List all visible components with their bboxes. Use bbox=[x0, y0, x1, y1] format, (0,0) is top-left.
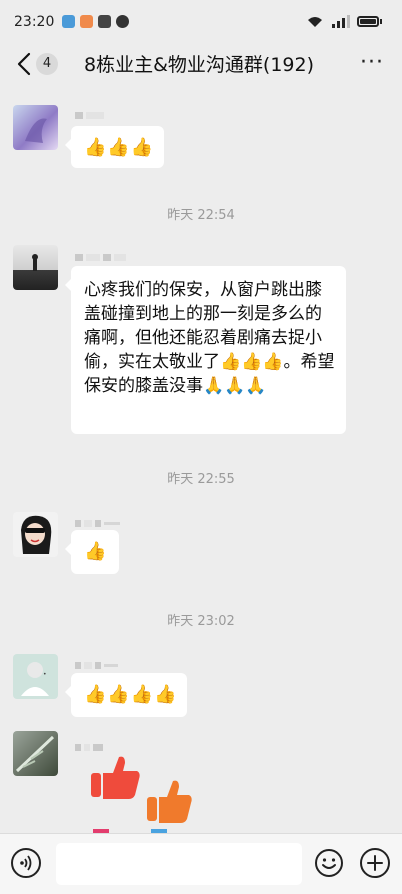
battery-icon bbox=[357, 16, 379, 27]
message-app-icon bbox=[62, 15, 75, 28]
message-text: 心疼我们的保安，从窗户跳出膝盖碰撞到地上的那一刻是多么的痛啊，但他还能忍着剧痛去… bbox=[84, 280, 335, 396]
emoji-content: 👍 bbox=[84, 541, 108, 562]
avatar[interactable] bbox=[13, 512, 58, 557]
avatar[interactable] bbox=[13, 731, 58, 776]
voice-waves-icon bbox=[20, 855, 32, 871]
chat-header: 4 8栋业主&物业沟通群(192) ··· bbox=[0, 40, 402, 88]
message-bubble[interactable]: 👍 bbox=[65, 530, 119, 574]
plus-icon[interactable] bbox=[360, 848, 390, 878]
avatar[interactable]: • bbox=[13, 654, 58, 699]
message-list[interactable]: 👍👍👍 昨天 22:54 心疼我们的保安，从窗户跳出膝盖碰撞到地上的那一刻是多么… bbox=[0, 88, 402, 833]
message-input[interactable] bbox=[56, 843, 302, 885]
emoji-icon[interactable] bbox=[314, 848, 344, 878]
sender-name-blurred bbox=[75, 252, 126, 262]
signal-icon bbox=[332, 15, 350, 28]
message-bubble[interactable]: 👍👍👍👍 bbox=[65, 673, 187, 717]
upload-app-icon bbox=[98, 15, 111, 28]
back-arrow-icon[interactable] bbox=[12, 50, 38, 78]
sender-name-blurred bbox=[75, 110, 104, 120]
message-bubble[interactable]: 心疼我们的保安，从窗户跳出膝盖碰撞到地上的那一刻是多么的痛啊，但他还能忍着剧痛去… bbox=[65, 266, 346, 434]
sender-name-blurred bbox=[75, 518, 120, 528]
input-bar bbox=[0, 833, 402, 894]
sender-name-blurred bbox=[75, 742, 103, 752]
thumbs-up-icon bbox=[91, 756, 192, 833]
chat-bubble-icon bbox=[116, 15, 129, 28]
chat-title: 8栋业主&物业沟通群(192) bbox=[84, 54, 314, 76]
wifi-icon bbox=[308, 16, 322, 27]
sender-name-blurred bbox=[75, 660, 118, 670]
notification-icons bbox=[62, 15, 129, 28]
svg-text:•: • bbox=[43, 671, 47, 678]
unread-count-badge[interactable]: 4 bbox=[36, 53, 58, 75]
voice-icon[interactable] bbox=[11, 848, 41, 878]
emoji-content: 👍👍👍👍 bbox=[84, 684, 178, 705]
thumbs-up-sticker[interactable] bbox=[85, 753, 205, 833]
avatar[interactable] bbox=[13, 105, 58, 150]
status-right bbox=[307, 15, 382, 28]
battery-tip bbox=[380, 19, 382, 24]
message-timestamp: 昨天 22:54 bbox=[167, 208, 235, 223]
message-timestamp: 昨天 23:02 bbox=[167, 614, 235, 629]
emoji-content: 👍👍👍 bbox=[84, 137, 155, 158]
message-bubble[interactable]: 👍👍👍 bbox=[65, 126, 164, 168]
avatar[interactable] bbox=[13, 245, 58, 290]
more-options-icon[interactable]: ··· bbox=[360, 50, 384, 75]
status-time: 23:20 bbox=[14, 14, 55, 30]
message-timestamp: 昨天 22:55 bbox=[167, 472, 235, 487]
mail-app-icon bbox=[80, 15, 93, 28]
